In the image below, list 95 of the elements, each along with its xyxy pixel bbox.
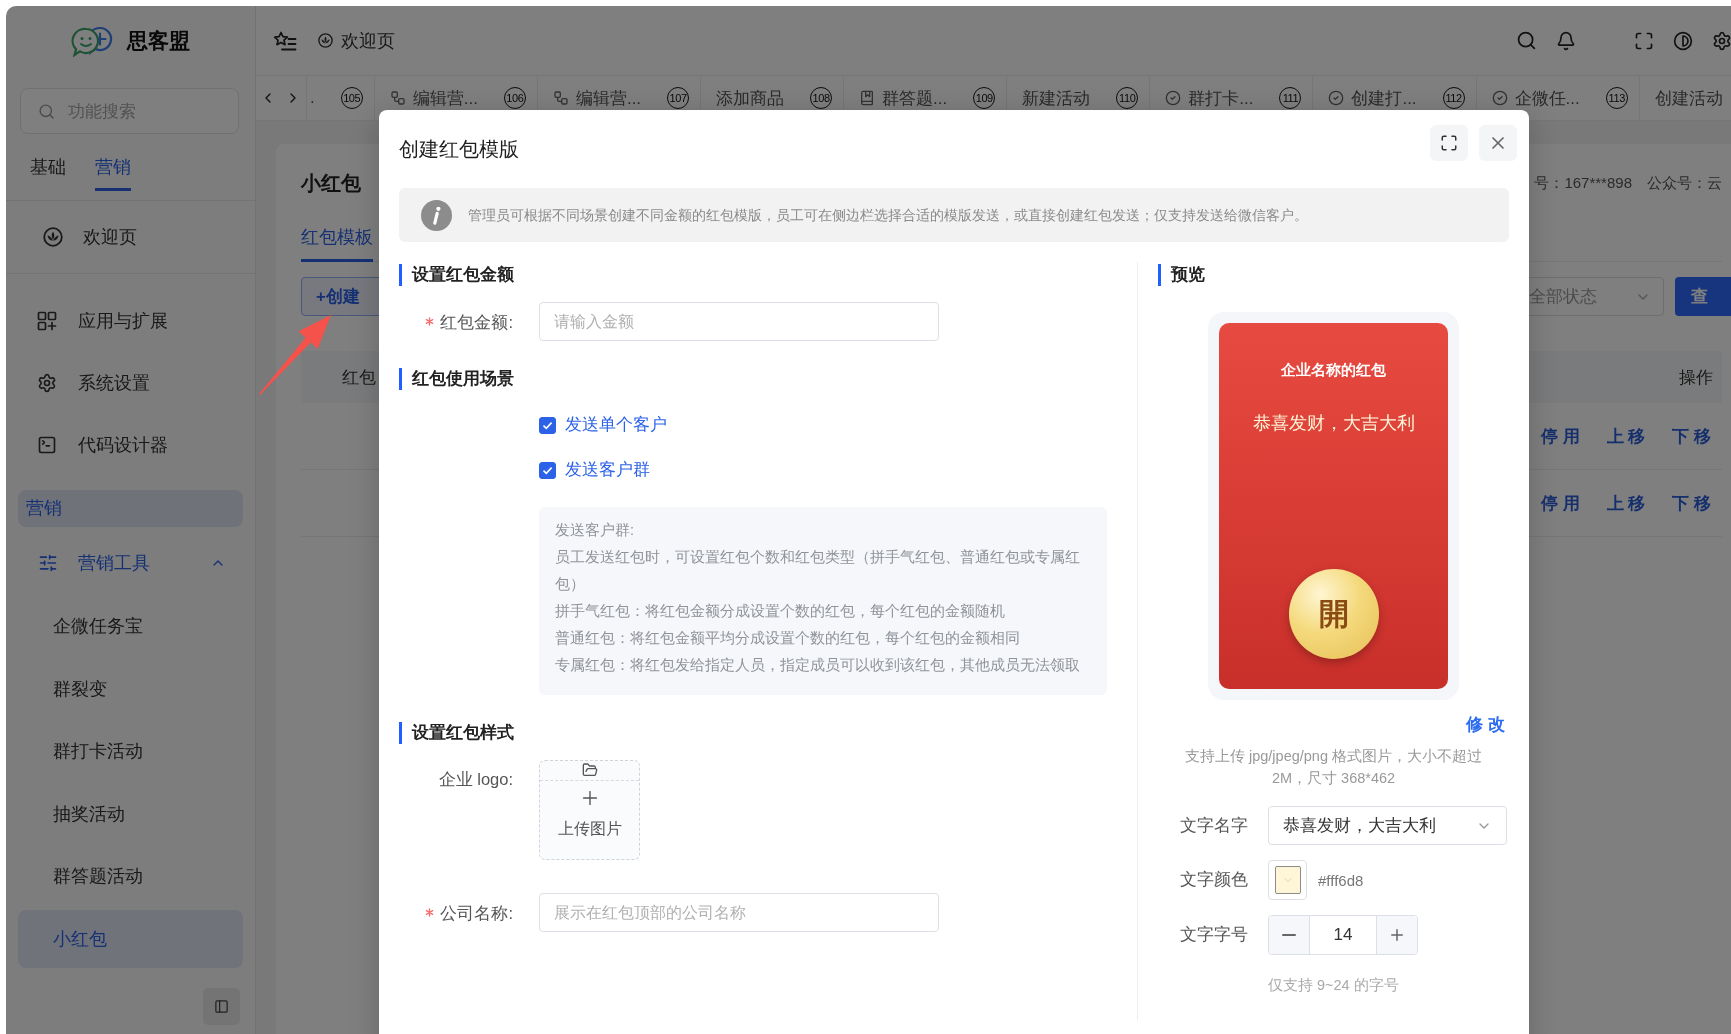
envelope-greeting: 恭喜发财，大吉大利 [1252,412,1415,434]
panel-icon [214,999,229,1014]
sidebar-item[interactable]: 抽奖活动 [18,784,243,843]
query-button[interactable]: 查 [1675,277,1731,316]
action-link[interactable]: 下 移 [1672,424,1711,448]
page-title: 小红包 [301,170,361,196]
flow-icon [552,90,569,106]
column-header: 红包 [342,366,376,389]
fullscreen-button[interactable] [1430,125,1468,161]
check-circle-icon [1328,90,1345,106]
lotus-icon [318,33,333,48]
section-heading: 设置红包金额 [399,264,1137,286]
sidebar-item[interactable]: 群打卡活动 [18,722,243,780]
color-picker[interactable] [1268,860,1307,900]
section-heading: 设置红包样式 [399,722,1137,744]
color-value: #fff6d8 [1318,871,1364,889]
sidebar-item[interactable]: 系统设置 [18,352,243,414]
setting-label: 文字名字 [1179,814,1248,836]
column-header: 操作 [1679,366,1713,389]
action-link[interactable]: 停 用 [1540,491,1580,515]
field-label: 公司名称: [440,902,513,924]
sidebar-item[interactable]: 应用与扩展 [18,290,243,352]
sliders-icon [38,553,58,573]
action-link[interactable]: 停 用 [1540,424,1580,448]
flow-icon [389,90,406,106]
action-link[interactable]: 下 移 [1672,491,1711,515]
minus-icon [1282,934,1296,936]
section-heading: 预览 [1158,264,1509,286]
lotus-icon [43,227,63,247]
text-input[interactable]: 展示在红包顶部的公司名称 [539,893,939,932]
search-icon[interactable] [1516,30,1537,51]
sidebar-item[interactable]: 群答题活动 [18,847,243,905]
folder-icon [581,762,598,778]
page-tab[interactable]: 红包模板 [301,222,373,262]
fullscreen-icon [1440,134,1458,152]
upload-box[interactable]: 上传图片 [539,760,640,860]
terminal-icon [37,435,57,455]
sidebar-tab[interactable]: 基础 [30,155,66,191]
sidebar-item[interactable]: 欢迎页 [18,208,243,266]
increment-button[interactable] [1377,916,1417,954]
settings-icon [37,373,57,393]
size-note: 仅支持 9~24 的字号 [1268,976,1400,995]
action-link[interactable]: 上 移 [1606,424,1646,448]
sidebar-item[interactable]: 企微任务宝 [18,597,243,655]
close-button[interactable] [1479,125,1517,161]
text-input[interactable]: 请输入金额 [539,302,939,341]
help-text: 专属红包：将红包发给指定人员，指定成员可以收到该红包，其他成员无法领取 [555,656,1081,675]
collapse-button[interactable] [203,988,240,1025]
fullscreen-icon[interactable] [1634,30,1654,51]
plus-icon [1388,926,1406,944]
search-icon [38,103,55,120]
menu-group[interactable]: 营销工具 [18,532,243,594]
account-info: 公众号：云 [1647,173,1722,193]
envelope-company: 企业名称的红包 [1281,361,1386,380]
help-text: 普通红包：将红包金额平均分成设置个数的红包，每个红包的金额相同 [555,629,1021,648]
field-label: 红包金额: [440,311,513,333]
check-circle-icon [1491,90,1508,106]
bell-icon[interactable] [1556,30,1576,51]
contrast-icon[interactable] [1673,30,1693,51]
checkbox[interactable] [539,416,556,434]
sidebar-item[interactable]: 代码设计器 [18,414,243,476]
info-icon [421,199,452,231]
setting-label: 文字颜色 [1179,869,1248,890]
account-info: 号：167***898 [1534,173,1632,193]
book-icon [859,90,876,106]
open-coin: 開 [1288,569,1379,659]
action-link[interactable]: 上 移 [1606,491,1646,515]
text-select[interactable]: 恭喜发财，大吉大利 [1268,806,1507,845]
setting-label: 文字字号 [1179,924,1248,945]
logo-icon [71,24,115,57]
field-label: 企业 logo: [438,769,513,790]
help-text: 员工发送红包时，可设置红包个数和红包类型（拼手气红包、普通红包或专属红包） [555,548,1081,594]
breadcrumb-link[interactable]: 欢迎页 [318,28,395,53]
checkbox-label[interactable]: 发送客户群 [565,459,650,481]
checkbox[interactable] [539,461,556,479]
help-text: 拼手气红包：将红包金额分成设置个数的红包，每个红包的金额随机 [555,602,1006,621]
category-label: 营销 [18,490,243,527]
edit-link[interactable]: 修 改 [1466,714,1505,736]
notice-text: 管理员可根据不同场景创建不同金额的红包模版，员工可在侧边栏选择合适的模版发送，或直接创建红包发送；仅支持发送给微信客户。 [468,205,1308,225]
upload-hint: 支持上传 jpg/jpeg/png 格式图片，大小不超过 2M，尺寸 368*462 [1183,747,1484,788]
checkbox-label[interactable]: 发送单个客户 [565,414,667,436]
star-list-icon[interactable] [273,29,297,52]
sidebar-tab[interactable]: 营销 [95,155,131,191]
check-circle-icon [1165,90,1182,106]
section-heading: 红包使用场景 [399,368,1137,390]
open-tab[interactable]: 创建活动 [1639,76,1731,120]
sidebar-item[interactable]: 群裂变 [18,659,243,718]
open-tab[interactable]: . 105 [307,76,375,120]
settings-icon[interactable] [1712,30,1731,51]
logo-text: 思客盟 [127,27,190,54]
sidebar-item[interactable]: 小红包 [18,909,243,968]
help-title: 发送客户群: [555,521,636,540]
modal-title: 创建红包模版 [399,137,519,162]
grid-plus-icon [37,311,57,331]
font-size-field[interactable]: 14 [1309,916,1377,954]
